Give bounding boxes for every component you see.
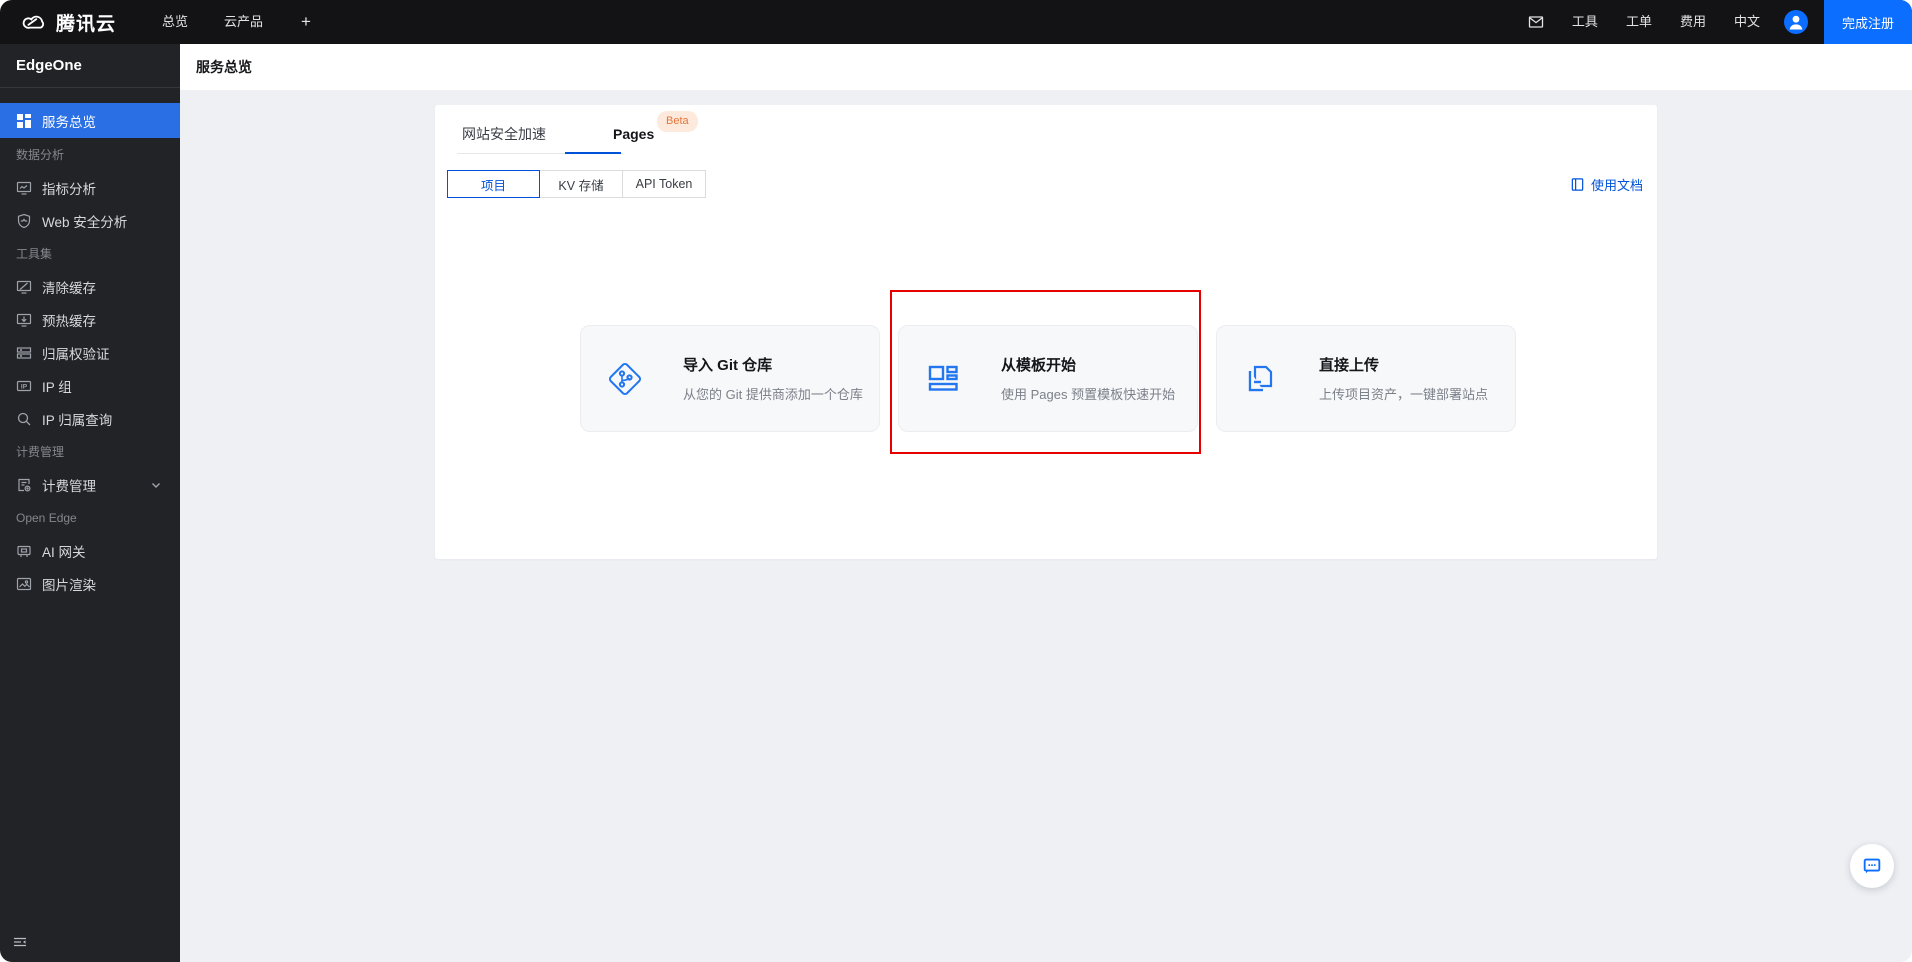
image-render-icon (16, 576, 32, 592)
language-link[interactable]: 中文 (1720, 0, 1774, 44)
card-desc: 上传项目资产，一键部署站点 (1319, 387, 1489, 402)
segment-kv-storage-button[interactable]: KV 存储 (539, 170, 623, 198)
shield-pulse-icon (16, 213, 32, 229)
nav-add-tab-button[interactable]: + (285, 0, 327, 44)
active-tab-underline (565, 152, 621, 154)
topbar: 腾讯云 总览 云产品 + 工具 工单 费用 中文 完成注册 (0, 0, 1912, 44)
document-icon (1570, 177, 1585, 192)
chat-bubble-icon (1861, 855, 1883, 877)
card-import-git-repo[interactable]: 导入 Git 仓库 从您的 Git 提供商添加一个仓库 (580, 325, 880, 432)
page-header: 服务总览 (180, 44, 1912, 90)
sidebar-item-ai-gateway[interactable]: AI 网关 (0, 534, 180, 567)
tab-pages-label: Pages (613, 126, 655, 142)
billing-link[interactable]: 费用 (1666, 0, 1720, 44)
cloud-logo-icon (22, 9, 48, 35)
card-text: 直接上传 上传项目资产，一键部署站点 (1319, 354, 1488, 403)
nav-overview-link[interactable]: 总览 (148, 0, 202, 44)
sidebar-item-label: 计费管理 (42, 478, 96, 494)
tickets-link[interactable]: 工单 (1612, 0, 1666, 44)
card-desc: 使用 Pages 预置模板快速开始 (1001, 387, 1176, 402)
card-direct-upload[interactable]: 直接上传 上传项目资产，一键部署站点 (1216, 325, 1516, 432)
purge-cache-icon (16, 279, 32, 295)
user-avatar[interactable] (1783, 10, 1808, 34)
metrics-chart-icon (16, 180, 32, 196)
support-chat-button[interactable] (1850, 844, 1894, 888)
sidebar-item-label: IP 组 (42, 379, 72, 395)
card-title: 导入 Git 仓库 (683, 357, 773, 374)
topbar-right: 工具 工单 费用 中文 完成注册 (1514, 0, 1912, 44)
sidebar-group-toolkit: 工具集 (16, 247, 53, 261)
tencent-cloud-logo[interactable]: 腾讯云 (22, 9, 116, 36)
card-text: 从模板开始 使用 Pages 预置模板快速开始 (1001, 354, 1175, 403)
sidebar-item-label: 服务总览 (42, 114, 96, 130)
sidebar-item-billing-management[interactable]: 计费管理 (0, 468, 180, 501)
dashboard-grid-icon (16, 113, 32, 129)
sidebar-group-data-analysis: 数据分析 (16, 148, 65, 162)
card-title: 从模板开始 (1001, 357, 1077, 374)
chevron-down-icon (150, 479, 162, 491)
sidebar-item-prefetch-cache[interactable]: 预热缓存 (0, 303, 180, 336)
create-options-row: 导入 Git 仓库 从您的 Git 提供商添加一个仓库 从模板开始 使用 Pag… (435, 325, 1657, 432)
page-title: 服务总览 (196, 59, 252, 75)
nav-products-link[interactable]: 云产品 (210, 0, 277, 44)
view-switcher: 项目 KV 存储 API Token (447, 170, 706, 198)
ai-gateway-icon (16, 543, 32, 559)
brand-name: 腾讯云 (56, 13, 117, 35)
sidebar-item-ip-lookup[interactable]: IP 归属查询 (0, 402, 180, 435)
sidebar-item-label: 预热缓存 (42, 313, 96, 329)
sidebar-item-label: IP 归属查询 (42, 412, 113, 428)
main-content: 服务总览 网站安全加速 Pages Beta 项目 KV 存储 API Toke… (180, 44, 1912, 962)
segment-api-token-button[interactable]: API Token (622, 170, 706, 198)
messages-button[interactable] (1514, 0, 1558, 44)
search-icon (16, 411, 32, 427)
sidebar-product-title: EdgeOne (0, 44, 180, 88)
complete-signup-button[interactable]: 完成注册 (1823, 0, 1912, 44)
card-desc: 从您的 Git 提供商添加一个仓库 (683, 387, 863, 402)
tools-link[interactable]: 工具 (1558, 0, 1612, 44)
sidebar-item-ip-group[interactable]: IP IP 组 (0, 369, 180, 402)
sidebar-item-ownership-verification[interactable]: 归属权验证 (0, 336, 180, 369)
tab-bar: 网站安全加速 Pages Beta (462, 111, 698, 145)
svg-text:IP: IP (21, 383, 28, 390)
collapse-sidebar-button[interactable] (12, 934, 28, 950)
docs-link-label: 使用文档 (1590, 178, 1643, 193)
tab-pages[interactable]: Pages Beta (613, 111, 698, 145)
sidebar-item-label: Web 安全分析 (42, 214, 128, 230)
sidebar: EdgeOne 服务总览 数据分析 指标分析 Web 安全分析 工具集 清除缓存… (0, 44, 180, 962)
git-branch-diamond-icon (605, 359, 645, 399)
ip-group-icon: IP (16, 378, 32, 394)
sidebar-item-label: 清除缓存 (42, 280, 96, 296)
sidebar-item-label: 指标分析 (42, 181, 96, 197)
topbar-nav: 总览 云产品 + (148, 0, 327, 44)
sidebar-item-metrics-analysis[interactable]: 指标分析 (0, 171, 180, 204)
person-icon (1784, 10, 1808, 34)
sidebar-item-label: AI 网关 (42, 544, 86, 560)
prefetch-cache-icon (16, 312, 32, 328)
segment-projects-button[interactable]: 项目 (447, 170, 540, 198)
docs-link[interactable]: 使用文档 (1570, 175, 1643, 194)
sidebar-item-label: 图片渲染 (42, 577, 96, 593)
app-window: 腾讯云 总览 云产品 + 工具 工单 费用 中文 完成注册 EdgeOne 服务… (0, 0, 1912, 962)
overview-panel: 网站安全加速 Pages Beta 项目 KV 存储 API Token 使用文… (435, 105, 1657, 559)
sidebar-item-purge-cache[interactable]: 清除缓存 (0, 270, 180, 303)
sidebar-item-label: 归属权验证 (42, 346, 110, 362)
sidebar-item-image-rendering[interactable]: 图片渲染 (0, 567, 180, 600)
card-start-from-template[interactable]: 从模板开始 使用 Pages 预置模板快速开始 (898, 325, 1198, 432)
billing-doc-gear-icon (16, 477, 32, 493)
sidebar-group-billing: 计费管理 (16, 445, 65, 459)
tab-site-acceleration[interactable]: 网站安全加速 (462, 123, 546, 145)
envelope-icon (1528, 14, 1544, 30)
card-title: 直接上传 (1319, 357, 1380, 374)
ownership-list-icon (16, 345, 32, 361)
upload-documents-icon (1241, 359, 1281, 399)
card-text: 导入 Git 仓库 从您的 Git 提供商添加一个仓库 (683, 354, 863, 403)
sidebar-item-web-security-analysis[interactable]: Web 安全分析 (0, 204, 180, 237)
sidebar-item-service-overview[interactable]: 服务总览 (0, 103, 180, 138)
sidebar-group-open-edge: Open Edge (16, 510, 77, 525)
template-layout-icon (923, 359, 963, 399)
beta-badge: Beta (657, 111, 698, 132)
